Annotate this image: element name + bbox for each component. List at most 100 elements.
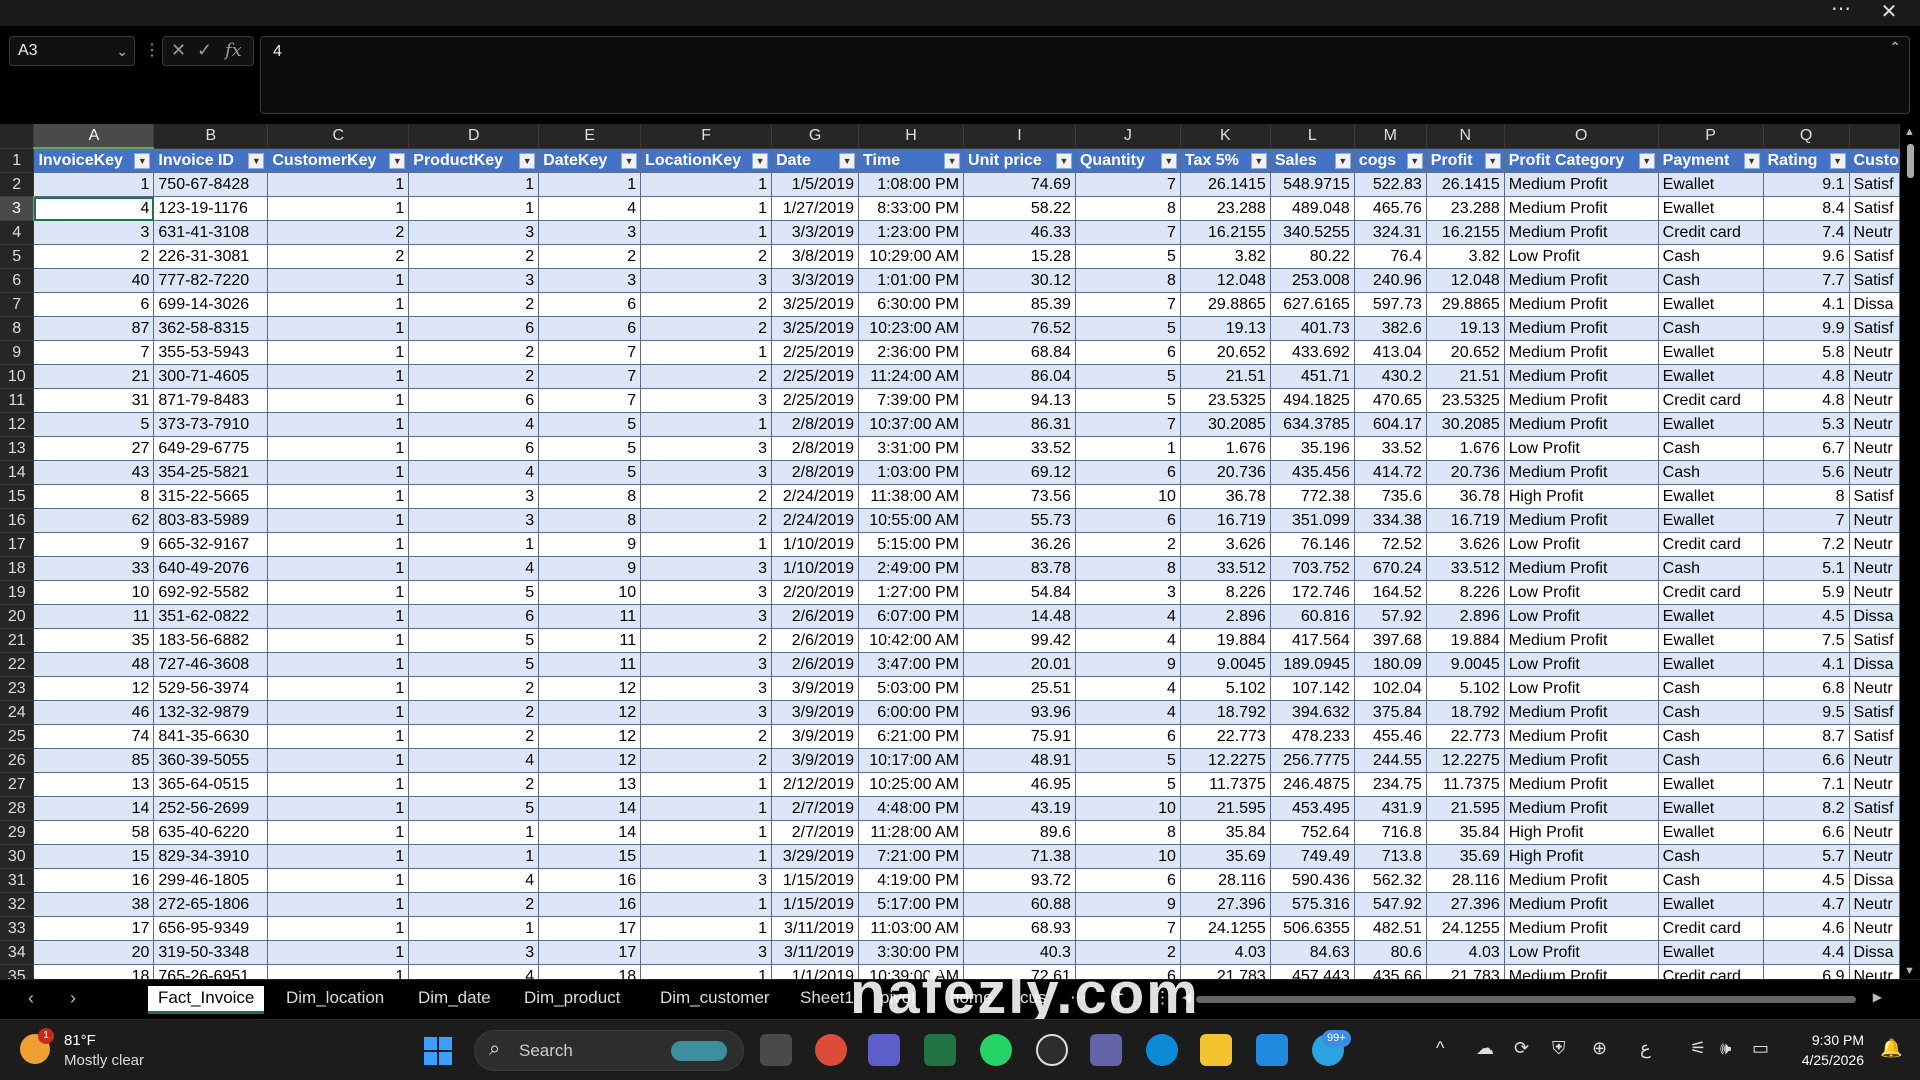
- row-header[interactable]: 21: [0, 628, 35, 653]
- cell[interactable]: 2: [640, 316, 773, 341]
- row-header[interactable]: 17: [0, 532, 35, 557]
- cell[interactable]: 7: [1075, 916, 1181, 941]
- cell[interactable]: Medium Profit: [1504, 892, 1659, 917]
- cell[interactable]: 3: [640, 868, 773, 893]
- cell[interactable]: 43: [33, 460, 155, 485]
- teams-icon[interactable]: [868, 1034, 900, 1066]
- cell[interactable]: 1: [408, 532, 540, 557]
- cell[interactable]: 35.69: [1426, 844, 1505, 869]
- cell[interactable]: 7: [1763, 508, 1850, 533]
- cell[interactable]: Credit card: [1658, 916, 1764, 941]
- cell[interactable]: 1: [267, 484, 410, 509]
- cell[interactable]: 31: [33, 388, 155, 413]
- cell[interactable]: Satisf: [1849, 700, 1900, 725]
- cell[interactable]: 23.288: [1426, 196, 1505, 221]
- cell[interactable]: Ewallet: [1658, 940, 1764, 965]
- cell[interactable]: 58.22: [963, 196, 1076, 221]
- cell[interactable]: 30.2085: [1426, 412, 1505, 437]
- table-header-cell[interactable]: Payment ▼: [1658, 148, 1764, 173]
- cell[interactable]: 3: [408, 220, 540, 245]
- cell[interactable]: 10:37:00 AM: [858, 412, 965, 437]
- cell[interactable]: 3: [538, 220, 642, 245]
- cell[interactable]: 21.51: [1180, 364, 1271, 389]
- cell[interactable]: 19.884: [1180, 628, 1271, 653]
- cell[interactable]: Low Profit: [1504, 604, 1659, 629]
- battery-icon[interactable]: ▭: [1752, 1038, 1769, 1059]
- edge-icon[interactable]: [1146, 1034, 1178, 1066]
- cell[interactable]: 841-35-6630: [153, 724, 269, 749]
- cell[interactable]: 453.495: [1270, 796, 1355, 821]
- cell[interactable]: 7: [1075, 220, 1181, 245]
- cell[interactable]: 20.736: [1180, 460, 1271, 485]
- row-header[interactable]: 15: [0, 484, 35, 509]
- cell[interactable]: 703.752: [1270, 556, 1355, 581]
- cell[interactable]: 727-46-3608: [153, 652, 269, 677]
- cell[interactable]: 10: [1075, 844, 1181, 869]
- cell[interactable]: 5: [538, 460, 642, 485]
- cell[interactable]: 26.1415: [1426, 172, 1505, 197]
- cell[interactable]: 6: [408, 436, 540, 461]
- cell[interactable]: Ewallet: [1658, 196, 1764, 221]
- cell[interactable]: Cash: [1658, 676, 1764, 701]
- cell[interactable]: 4.5: [1763, 604, 1850, 629]
- table-header-cell[interactable]: Tax 5% ▼: [1180, 148, 1271, 173]
- cell[interactable]: 12: [538, 724, 642, 749]
- cell[interactable]: 4.4: [1763, 940, 1850, 965]
- column-header[interactable]: E: [538, 124, 642, 149]
- column-header[interactable]: D: [408, 124, 540, 149]
- table-header-cell[interactable]: Quantity ▼: [1075, 148, 1181, 173]
- cell[interactable]: 1: [267, 820, 410, 845]
- cell[interactable]: Medium Profit: [1504, 748, 1659, 773]
- cell[interactable]: 397.68: [1354, 628, 1427, 653]
- row-header[interactable]: 3: [0, 196, 35, 221]
- cell[interactable]: 3: [640, 676, 773, 701]
- cell[interactable]: 4: [538, 196, 642, 221]
- cell[interactable]: 180.09: [1354, 652, 1427, 677]
- cell[interactable]: 13: [538, 772, 642, 797]
- cell[interactable]: 1: [640, 916, 773, 941]
- cell[interactable]: 772.38: [1270, 484, 1355, 509]
- cell[interactable]: Cash: [1658, 556, 1764, 581]
- cell[interactable]: 6: [408, 316, 540, 341]
- cell[interactable]: 2/8/2019: [771, 412, 860, 437]
- show-hidden-icons[interactable]: ^: [1436, 1038, 1444, 1059]
- cell[interactable]: 334.38: [1354, 508, 1427, 533]
- cell[interactable]: 15: [33, 844, 155, 869]
- taskbar-search[interactable]: ⌕ Search: [474, 1030, 744, 1071]
- cell[interactable]: 12: [538, 748, 642, 773]
- enter-icon[interactable]: ✓: [197, 40, 212, 61]
- cell[interactable]: 455.46: [1354, 724, 1427, 749]
- table-header-cell[interactable]: Custo: [1849, 148, 1900, 173]
- cell[interactable]: 478.233: [1270, 724, 1355, 749]
- cell[interactable]: Neutr: [1849, 388, 1900, 413]
- cell[interactable]: 7: [1075, 412, 1181, 437]
- cell[interactable]: 5:15:00 PM: [858, 532, 965, 557]
- cell[interactable]: 4: [408, 748, 540, 773]
- cell[interactable]: 3/3/2019: [771, 220, 860, 245]
- cell[interactable]: 1: [640, 892, 773, 917]
- cell[interactable]: 62: [33, 508, 155, 533]
- cell[interactable]: 3.82: [1426, 244, 1505, 269]
- cell[interactable]: Medium Profit: [1504, 868, 1659, 893]
- cell[interactable]: 75.91: [963, 724, 1076, 749]
- cell[interactable]: 3/3/2019: [771, 268, 860, 293]
- cell[interactable]: 3:47:00 PM: [858, 652, 965, 677]
- cell[interactable]: 1:08:00 PM: [858, 172, 965, 197]
- cell[interactable]: 19.13: [1180, 316, 1271, 341]
- cell[interactable]: 9.0045: [1180, 652, 1271, 677]
- cell[interactable]: Credit card: [1658, 220, 1764, 245]
- cell[interactable]: 6: [1075, 508, 1181, 533]
- cell[interactable]: 2:49:00 PM: [858, 556, 965, 581]
- cell[interactable]: 6.9: [1763, 964, 1850, 979]
- cell[interactable]: 590.436: [1270, 868, 1355, 893]
- cell[interactable]: 89.6: [963, 820, 1076, 845]
- cell[interactable]: 11:03:00 AM: [858, 916, 965, 941]
- column-header[interactable]: O: [1504, 124, 1659, 149]
- vertical-scrollbar[interactable]: ▲ ▼: [1900, 124, 1920, 979]
- cell[interactable]: 7: [1075, 292, 1181, 317]
- cell[interactable]: Medium Profit: [1504, 292, 1659, 317]
- whatsapp-icon[interactable]: [980, 1034, 1012, 1066]
- cell[interactable]: 8.226: [1180, 580, 1271, 605]
- volume-icon[interactable]: 🕪: [1720, 1038, 1731, 1059]
- cell[interactable]: 1: [640, 964, 773, 979]
